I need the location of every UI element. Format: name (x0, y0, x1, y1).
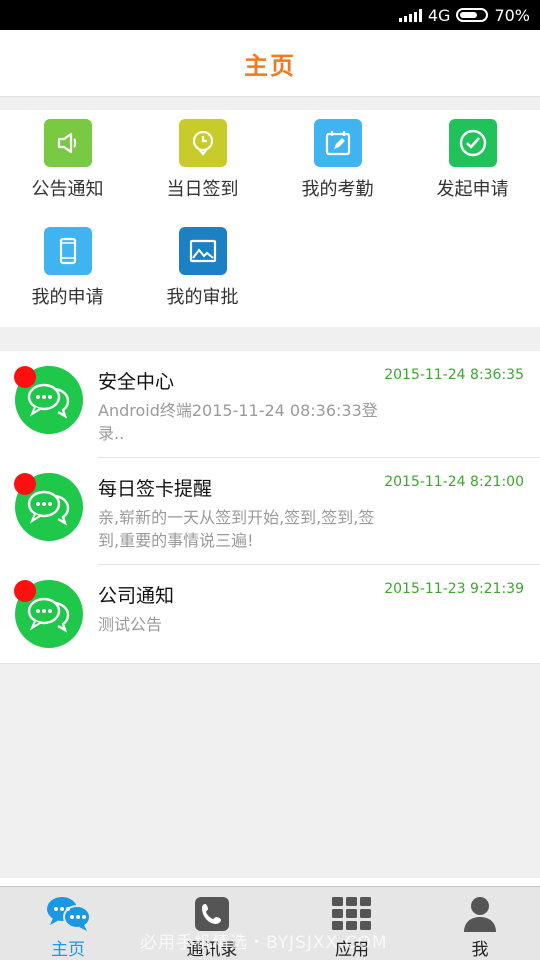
message-list: 安全中心 2015-11-24 8:36:35 Android终端2015-11… (0, 351, 540, 663)
speaker-icon (43, 119, 92, 167)
message-title: 每日签卡提醒 (98, 478, 213, 500)
tab-label: 主页 (51, 940, 85, 960)
clock-pin-icon (178, 119, 227, 167)
user-icon (463, 895, 497, 933)
battery-icon (456, 8, 489, 22)
network-type: 4G (427, 5, 451, 25)
apps-grid-icon (332, 895, 372, 933)
status-bar: 4G 70% (0, 0, 540, 30)
unread-badge (14, 580, 36, 602)
grid-item-label: 我的审批 (166, 287, 239, 308)
grid-item-label: 我的考勤 (301, 179, 374, 200)
phone-handset-icon (194, 895, 230, 933)
tab-label: 我 (471, 940, 489, 960)
grid-item-label: 我的申请 (31, 287, 104, 308)
grid-item-submit-request[interactable]: 发起申请 (405, 110, 540, 218)
calendar-edit-icon (313, 119, 362, 167)
app-header: 主页 (0, 30, 540, 97)
grid-item-my-requests[interactable]: 我的申请 (0, 218, 135, 326)
grid-item-label: 公告通知 (31, 179, 104, 200)
message-title: 公司通知 (98, 585, 175, 607)
message-time: 2015-11-23 9:21:39 (384, 581, 524, 597)
grid-item-my-approvals[interactable]: 我的审批 (135, 218, 270, 326)
tab-home[interactable]: 主页 (18, 887, 118, 960)
tab-label: 应用 (335, 940, 369, 960)
tab-apps[interactable]: 应用 (302, 887, 402, 960)
bottom-tab-bar: 主页 通讯录 应用 我 (0, 886, 540, 960)
page-title: 主页 (244, 51, 296, 80)
message-time: 2015-11-24 8:36:35 (384, 367, 524, 383)
divider (0, 663, 540, 664)
grid-item-label: 发起申请 (436, 179, 509, 200)
message-preview: 测试公告 (98, 615, 163, 634)
message-preview: Android终端2015-11-24 08:36:33登录.. (98, 401, 378, 443)
signal-icon (398, 8, 422, 22)
message-time: 2015-11-24 8:21:00 (384, 474, 524, 490)
tab-contacts[interactable]: 通讯录 (162, 887, 262, 960)
tab-me[interactable]: 我 (430, 887, 530, 960)
message-title: 安全中心 (98, 371, 175, 393)
phone-icon (43, 227, 92, 275)
unread-badge (14, 473, 36, 495)
grid-item-label: 当日签到 (166, 179, 239, 200)
tab-label: 通讯录 (186, 940, 238, 960)
app-grid: 公告通知 当日签到 我的考勤 发起申请 我的申请 我的审批 (0, 110, 540, 327)
list-item[interactable]: 每日签卡提醒 2015-11-24 8:21:00 亲,崭新的一天从签到开始,签… (0, 458, 540, 565)
unread-badge (14, 366, 36, 388)
list-item[interactable]: 安全中心 2015-11-24 8:36:35 Android终端2015-11… (0, 351, 540, 458)
list-item[interactable]: 公司通知 2015-11-23 9:21:39 测试公告 (0, 565, 540, 672)
image-icon (178, 227, 227, 275)
divider (0, 878, 540, 886)
grid-item-announcements[interactable]: 公告通知 (0, 110, 135, 218)
battery-percent: 70% (494, 5, 530, 25)
chat-bubbles-icon (44, 895, 92, 933)
grid-item-checkin[interactable]: 当日签到 (135, 110, 270, 218)
message-preview: 亲,崭新的一天从签到开始,签到,签到,签到,重要的事情说三遍! (98, 508, 375, 550)
check-circle-icon (448, 119, 497, 167)
grid-item-attendance[interactable]: 我的考勤 (270, 110, 405, 218)
